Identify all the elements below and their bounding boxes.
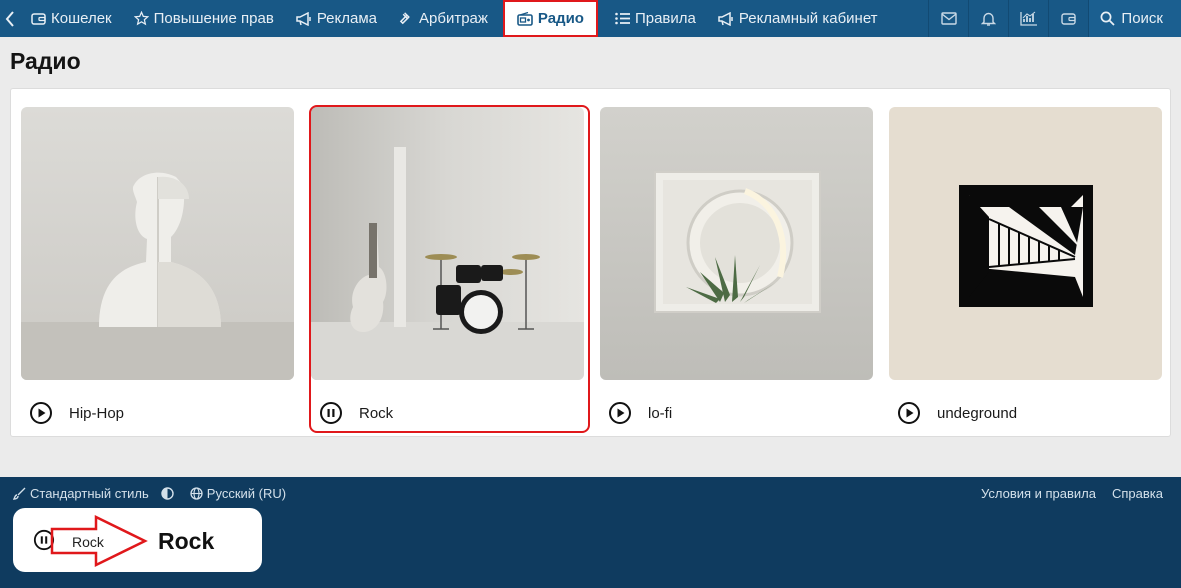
- stations-panel: Hip-Hop Rock lo-fi undeground: [10, 88, 1171, 437]
- station-card-underground[interactable]: undeground: [889, 107, 1162, 424]
- nav-item-label: Правила: [634, 10, 696, 27]
- language-label: Русский (RU): [206, 486, 287, 501]
- nav-item-label: Рекламный кабинет: [738, 10, 878, 27]
- nav-right-tools: Поиск: [928, 0, 1181, 37]
- nav-item-ads[interactable]: Реклама: [285, 0, 388, 37]
- play-icon[interactable]: [608, 401, 632, 425]
- station-card-rock[interactable]: Rock: [309, 105, 590, 433]
- nav-item-ad-cabinet[interactable]: Рекламный кабинет: [707, 0, 889, 37]
- play-icon[interactable]: [897, 401, 921, 425]
- nav-item-upgrade[interactable]: Повышение прав: [123, 0, 285, 37]
- megaphone-icon: [718, 11, 733, 26]
- star-icon: [133, 11, 149, 26]
- nav-item-wallet[interactable]: Кошелек: [20, 0, 123, 37]
- station-cover-lofi[interactable]: [600, 107, 873, 380]
- station-cover-hiphop[interactable]: [21, 107, 294, 380]
- arrow-annotation-icon: [50, 515, 148, 567]
- gavel-icon: [399, 12, 410, 25]
- station-meta: undeground: [897, 401, 1017, 425]
- back-chevron-icon[interactable]: [0, 0, 20, 37]
- nav-item-radio[interactable]: Радио: [502, 0, 598, 37]
- help-link[interactable]: Справка: [1112, 486, 1163, 501]
- search-label: Поиск: [1121, 10, 1163, 27]
- station-name: Hip-Hop: [69, 404, 125, 422]
- mail-icon[interactable]: [928, 0, 968, 37]
- nav-item-label: Арбитраж: [419, 10, 488, 27]
- brush-icon: [13, 487, 26, 500]
- station-name: lo-fi: [648, 404, 673, 422]
- wallet-icon[interactable]: [1048, 0, 1088, 37]
- footer-left: Стандартный стиль Русский (RU): [13, 486, 286, 501]
- list-icon: [615, 12, 630, 25]
- nav-item-label: Реклама: [316, 10, 377, 27]
- contrast-icon[interactable]: [161, 487, 174, 500]
- top-navigation: Кошелек Повышение прав Реклама Арбитраж …: [0, 0, 1181, 37]
- terms-link[interactable]: Условия и правила: [981, 486, 1096, 501]
- wallet-icon: [31, 12, 46, 25]
- nav-item-rules[interactable]: Правила: [604, 0, 707, 37]
- footer-links: Условия и правила Справка: [981, 486, 1163, 501]
- now-playing-title: Rock: [158, 528, 215, 554]
- nav-item-arbitration[interactable]: Арбитраж: [388, 0, 499, 37]
- style-label: Стандартный стиль: [30, 486, 149, 501]
- station-card-hiphop[interactable]: Hip-Hop: [21, 107, 294, 424]
- station-meta: lo-fi: [608, 401, 672, 425]
- station-cover-underground[interactable]: [889, 107, 1162, 380]
- globe-icon: [190, 487, 203, 500]
- station-meta: Rock: [319, 401, 393, 425]
- nav-item-label: Радио: [537, 10, 584, 27]
- station-cover-rock[interactable]: [311, 107, 584, 380]
- mini-player: Rock Rock: [13, 508, 262, 572]
- nav-item-label: Кошелек: [51, 10, 112, 27]
- play-icon[interactable]: [29, 401, 53, 425]
- chart-icon[interactable]: [1008, 0, 1048, 37]
- megaphone-icon: [296, 11, 311, 26]
- page-title: Радио: [10, 48, 81, 74]
- station-meta: Hip-Hop: [29, 401, 124, 425]
- station-name: undeground: [937, 404, 1018, 422]
- search-button[interactable]: Поиск: [1088, 0, 1181, 37]
- pause-icon[interactable]: [319, 401, 343, 425]
- station-name: Rock: [359, 404, 394, 422]
- search-icon: [1100, 11, 1116, 26]
- station-card-lofi[interactable]: lo-fi: [600, 107, 873, 424]
- nav-item-label: Повышение прав: [153, 10, 274, 27]
- language-chooser[interactable]: Русский (RU): [190, 486, 286, 501]
- bell-icon[interactable]: [968, 0, 1008, 37]
- radio-icon: [517, 11, 533, 26]
- style-chooser[interactable]: Стандартный стиль: [13, 486, 149, 501]
